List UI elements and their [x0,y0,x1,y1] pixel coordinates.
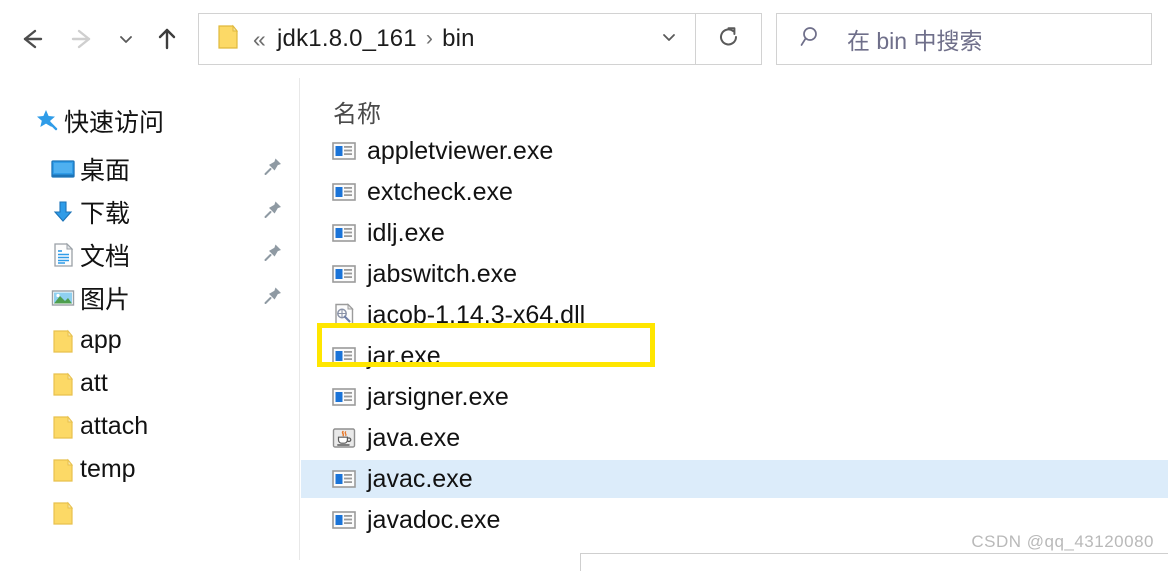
search-icon [799,24,825,55]
chevron-down-icon [659,27,679,52]
java-icon [321,425,367,451]
sidebar-label: 下载 [80,199,131,228]
sidebar-item-attach[interactable]: attach [0,406,300,447]
file-name: jarsigner.exe [367,382,509,411]
address-bar[interactable]: « jdk1.8.0_161 › bin [198,13,696,65]
download-icon [46,198,80,226]
file-list-pane: 名称 appletviewer.exe extcheck.exe idlj.ex… [301,78,1168,560]
sidebar-label: temp [80,455,136,483]
pin-icon[interactable] [262,284,284,311]
folder-icon [213,22,243,57]
folder-icon [46,327,80,355]
navigation-pane: 快速访问 桌面 下载 文档 图片 app att attach temp [0,78,300,560]
table-row[interactable]: jar.exe [301,337,1168,375]
file-name: appletviewer.exe [367,136,554,165]
breadcrumb-item-bin[interactable]: bin [442,25,475,53]
picture-icon [46,284,80,312]
pin-icon[interactable] [262,198,284,225]
horizontal-scrollbar[interactable] [580,553,1168,571]
sidebar-label: 桌面 [80,156,131,185]
search-box[interactable]: 在 bin 中搜索 [776,13,1152,65]
file-name: jacob-1.14.3-x64.dll [367,300,586,329]
table-row[interactable]: jacob-1.14.3-x64.dll [301,296,1168,334]
recent-locations-button[interactable] [108,16,144,62]
file-name: java.exe [367,423,461,452]
table-row[interactable]: idlj.exe [301,214,1168,252]
chevron-down-icon [117,30,135,48]
desktop-icon [46,155,80,183]
sidebar-label: 文档 [80,242,131,271]
file-name: jar.exe [367,341,441,370]
exe-icon [321,179,367,205]
sidebar-item-downloads[interactable]: 下载 [0,191,300,232]
up-button[interactable] [146,16,188,62]
exe-icon [321,220,367,246]
sidebar-label: att [80,369,108,397]
refresh-icon [716,24,742,55]
navigation-bar: « jdk1.8.0_161 › bin 在 bin 中搜索 [0,0,1168,78]
sidebar-item-app[interactable]: app [0,320,300,361]
sidebar-item-att[interactable]: att [0,363,300,404]
file-name: jabswitch.exe [367,259,518,288]
arrow-up-icon [152,24,182,54]
sidebar-label: 图片 [80,285,131,314]
sidebar-label: 快速访问 [64,108,165,137]
exe-icon [321,466,367,492]
table-row[interactable]: java.exe [301,419,1168,457]
address-dropdown-button[interactable] [643,14,695,64]
exe-icon [321,343,367,369]
file-name: javac.exe [367,464,473,493]
column-header-name[interactable]: 名称 [333,94,381,129]
pin-icon[interactable] [262,155,284,182]
exe-icon [321,138,367,164]
table-row[interactable]: jabswitch.exe [301,255,1168,293]
forward-button[interactable] [60,16,106,62]
back-button[interactable] [8,16,54,62]
sidebar-item-temp[interactable]: temp [0,449,300,490]
table-row[interactable]: jarsigner.exe [301,378,1168,416]
exe-icon [321,507,367,533]
chevron-right-icon[interactable]: › [426,27,433,51]
folder-icon [46,370,80,398]
dll-icon [321,302,367,328]
file-name: idlj.exe [367,218,445,247]
sidebar-item-desktop[interactable]: 桌面 [0,148,300,189]
star-pin-icon [30,107,64,135]
file-name: javadoc.exe [367,505,501,534]
table-row[interactable]: extcheck.exe [301,173,1168,211]
sidebar-item-partial[interactable] [0,492,300,533]
breadcrumb-overflow[interactable]: « [253,26,266,53]
search-input[interactable]: 在 bin 中搜索 [847,22,982,56]
sidebar-label: attach [80,412,149,440]
file-name: extcheck.exe [367,177,513,206]
exe-icon [321,261,367,287]
pin-icon[interactable] [262,241,284,268]
folder-icon [46,456,80,484]
sidebar-item-documents[interactable]: 文档 [0,234,300,275]
arrow-right-icon [68,24,98,54]
document-icon [46,241,80,269]
table-row[interactable]: javac.exe [301,460,1168,498]
sidebar-item-quick-access[interactable]: 快速访问 [0,100,300,141]
refresh-button[interactable] [696,13,762,65]
exe-icon [321,384,367,410]
arrow-left-icon [16,24,46,54]
watermark: CSDN @qq_43120080 [971,532,1154,551]
table-row[interactable]: appletviewer.exe [301,132,1168,170]
sidebar-label: app [80,326,122,354]
sidebar-item-pictures[interactable]: 图片 [0,277,300,318]
folder-icon [46,413,80,441]
breadcrumb: « jdk1.8.0_161 › bin [253,25,643,53]
folder-icon [46,499,80,527]
breadcrumb-item-jdk[interactable]: jdk1.8.0_161 [277,25,417,53]
